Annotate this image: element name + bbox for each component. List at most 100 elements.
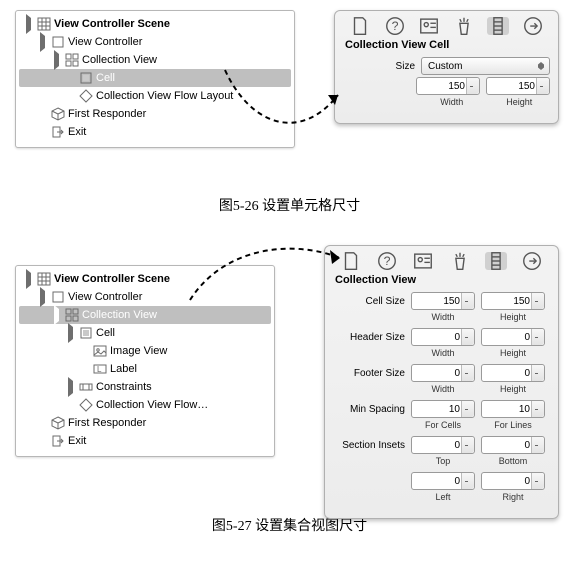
cube-icon	[51, 107, 65, 121]
tree-row-label: Exit	[68, 126, 86, 138]
cell-icon	[79, 326, 93, 340]
tree-row[interactable]: LLabel	[19, 360, 271, 378]
width-stepper[interactable]: 150	[416, 77, 480, 95]
tree-row-label: Collection View	[82, 309, 157, 321]
size-group-row: Footer Size 00	[333, 364, 550, 382]
cell-icon	[79, 71, 93, 85]
tree-row[interactable]: Cell	[19, 324, 271, 342]
inspector-tabs: ?	[343, 17, 550, 35]
tree-row[interactable]: Collection View	[19, 51, 291, 69]
disclosure-triangle-icon[interactable]	[40, 32, 45, 52]
tree-row[interactable]: View Controller	[19, 288, 271, 306]
disclosure-triangle-icon[interactable]	[68, 323, 73, 343]
tree-row[interactable]: View Controller Scene	[19, 270, 271, 288]
tree-row[interactable]: View Controller Scene	[19, 15, 291, 33]
disclosure-triangle-icon[interactable]	[26, 14, 31, 34]
size-group-row: Header Size00	[333, 328, 550, 346]
image-icon	[93, 344, 107, 358]
tree-row[interactable]: Constraints	[19, 378, 271, 396]
tab-identity[interactable]	[418, 17, 440, 35]
tree-row[interactable]: Collection View Flow Layout	[19, 87, 291, 105]
disclosure-triangle-icon[interactable]	[68, 377, 73, 397]
sub-label: Right	[481, 492, 545, 502]
tab-attrs[interactable]	[453, 17, 475, 35]
size-select-value: Custom	[428, 61, 462, 72]
height-stepper[interactable]: 150	[486, 77, 550, 95]
tree-row-label: View Controller Scene	[54, 273, 170, 285]
tree-row-label: Constraints	[96, 381, 152, 393]
sub-label: Height	[481, 348, 545, 358]
group-label: Footer Size	[333, 368, 407, 379]
value-stepper[interactable]: 0	[411, 364, 475, 382]
tab-file[interactable]	[349, 17, 371, 35]
inspector-title-2: Collection View	[335, 274, 550, 286]
tab-file[interactable]	[340, 252, 362, 270]
scene-icon	[37, 17, 51, 31]
figure-5-26: View Controller Scene View Controller Coll…	[10, 10, 569, 175]
tab-identity[interactable]	[412, 252, 434, 270]
scene-icon	[37, 272, 51, 286]
vc-icon	[51, 35, 65, 49]
tab-help[interactable]: ?	[376, 252, 398, 270]
width-sublabel: Width	[421, 97, 483, 107]
size-group-row: Section Insets00	[333, 436, 550, 454]
value-stepper[interactable]: 0	[481, 364, 545, 382]
tab-size[interactable]	[487, 17, 509, 35]
sub-label: Width	[411, 384, 475, 394]
flow-icon	[79, 398, 93, 412]
tree-row-label: View Controller	[68, 291, 142, 303]
tab-attrs[interactable]	[449, 252, 471, 270]
collection-icon	[65, 53, 79, 67]
disclosure-triangle-icon[interactable]	[26, 269, 31, 289]
size-group-row: Cell Size 150 150	[333, 292, 550, 310]
outline-rows-2: View Controller Scene View Controller Coll…	[19, 270, 271, 450]
tree-row-label: Collection View	[82, 54, 157, 66]
size-group-row: Min Spacing1010	[333, 400, 550, 418]
tree-row-label: View Controller	[68, 36, 142, 48]
exit-icon	[51, 125, 65, 139]
inspector-tabs-2: ?	[333, 252, 550, 270]
sub-label: Top	[411, 456, 475, 466]
sub-label: Width	[411, 312, 475, 322]
value-stepper[interactable]: 150	[481, 292, 545, 310]
tab-help[interactable]: ?	[384, 17, 406, 35]
size-inspector-2: ? Collection View Cell Size 150 150 Width He…	[324, 245, 559, 519]
tree-row[interactable]: Collection View	[19, 306, 271, 324]
value-stepper[interactable]: 0	[411, 472, 475, 490]
sub-label: For Lines	[481, 420, 545, 430]
disclosure-triangle-icon[interactable]	[40, 287, 45, 307]
tree-row[interactable]: View Controller	[19, 33, 291, 51]
svg-text:L: L	[97, 365, 102, 374]
size-select[interactable]: Custom	[421, 57, 550, 75]
value-stepper[interactable]: 0	[481, 436, 545, 454]
size-group-row: 00	[333, 472, 550, 490]
tab-size[interactable]	[485, 252, 507, 270]
tree-row[interactable]: Exit	[19, 432, 271, 450]
value-stepper[interactable]: 0	[411, 436, 475, 454]
value-stepper[interactable]: 0	[411, 328, 475, 346]
disclosure-triangle-icon[interactable]	[54, 305, 59, 325]
tab-connections[interactable]	[522, 17, 544, 35]
tree-row[interactable]: First Responder	[19, 414, 271, 432]
value-stepper[interactable]: 0	[481, 328, 545, 346]
group-label: Cell Size	[333, 296, 407, 307]
outline-panel: View Controller Scene View Controller Coll…	[15, 10, 295, 148]
tree-row-label: Image View	[110, 345, 167, 357]
value-stepper[interactable]: 10	[411, 400, 475, 418]
tree-row[interactable]: Exit	[19, 123, 291, 141]
value-stepper[interactable]: 10	[481, 400, 545, 418]
size-label: Size	[343, 61, 417, 72]
tree-row[interactable]: Image View	[19, 342, 271, 360]
tree-row[interactable]: Cell	[19, 69, 291, 87]
svg-text:?: ?	[384, 254, 391, 268]
tree-row[interactable]: First Responder	[19, 105, 291, 123]
disclosure-triangle-icon[interactable]	[54, 50, 59, 70]
tree-row[interactable]: Collection View Flow…	[19, 396, 271, 414]
sub-label: Bottom	[481, 456, 545, 466]
vc-icon	[51, 290, 65, 304]
tab-connections[interactable]	[521, 252, 543, 270]
outline-panel-2: View Controller Scene View Controller Coll…	[15, 265, 275, 457]
value-stepper[interactable]: 0	[481, 472, 545, 490]
tree-row-label: First Responder	[68, 417, 146, 429]
value-stepper[interactable]: 150	[411, 292, 475, 310]
